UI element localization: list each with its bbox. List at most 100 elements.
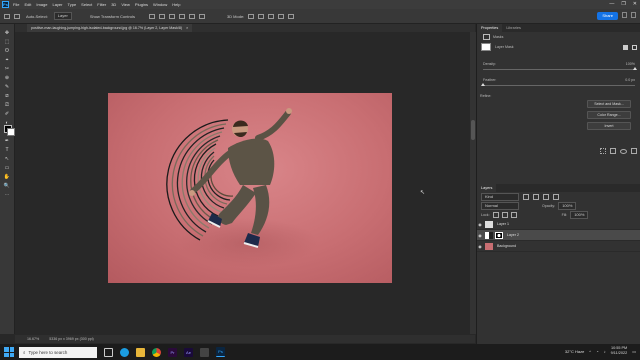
visibility-eye-icon[interactable]: ◉ <box>477 222 483 227</box>
edge-browser-icon[interactable] <box>120 347 129 357</box>
close-icon[interactable]: ✕ <box>633 1 637 7</box>
menu-edit[interactable]: Edit <box>24 2 31 7</box>
document-canvas-image[interactable] <box>108 93 392 283</box>
scrollbar-thumb[interactable] <box>471 120 475 140</box>
photoshop-logo-icon[interactable]: Ps <box>2 1 9 8</box>
tab-properties[interactable]: Properties <box>477 24 503 32</box>
restore-icon[interactable]: ❐ <box>621 1 625 7</box>
type-tool-icon[interactable]: T <box>3 147 11 153</box>
opacity-input[interactable]: 100% <box>558 201 577 210</box>
layer-row-layer2[interactable]: ◉ Layer 2 <box>477 230 640 241</box>
close-tab-icon[interactable]: × <box>186 24 188 32</box>
more-options-icon[interactable] <box>198 13 205 19</box>
start-button[interactable] <box>4 347 14 357</box>
layer-mask-thumbnail[interactable] <box>495 231 503 239</box>
background-color-swatch[interactable] <box>7 128 15 136</box>
photoshop-taskbar-icon[interactable]: Ps <box>216 347 225 357</box>
auto-select-dropdown[interactable]: Layer <box>53 12 72 20</box>
3d-orbit-icon[interactable] <box>248 13 255 19</box>
blend-mode-dropdown[interactable]: Normal <box>481 201 519 210</box>
feather-slider[interactable] <box>481 83 635 86</box>
visibility-eye-icon[interactable]: ◉ <box>477 233 483 238</box>
color-range-button[interactable]: Color Range... <box>587 111 631 119</box>
home-icon[interactable] <box>4 13 10 19</box>
show-transform-checkbox[interactable]: Show Transform Controls <box>90 14 135 19</box>
density-slider-knob[interactable] <box>633 67 637 70</box>
menu-image[interactable]: Image <box>36 2 47 7</box>
document-tab[interactable]: positive-man-laughing-jumping-high-isola… <box>27 24 193 32</box>
lasso-tool-icon[interactable]: ʘ <box>3 48 11 54</box>
volume-icon[interactable]: ♪ <box>604 349 606 354</box>
3d-roll-icon[interactable] <box>258 13 265 19</box>
layer-filter-dropdown[interactable]: Kind <box>481 192 519 201</box>
menu-type[interactable]: Type <box>68 2 77 7</box>
menu-plugins[interactable]: Plugins <box>135 2 148 7</box>
move-tool-icon[interactable]: ✥ <box>3 30 11 36</box>
tray-chevron-icon[interactable]: ^ <box>589 349 591 354</box>
fill-input[interactable]: 100% <box>570 210 589 219</box>
3d-slide-icon[interactable] <box>278 13 285 19</box>
layer-name[interactable]: Layer 2 <box>507 233 519 237</box>
layer-name[interactable]: Layer 1 <box>497 222 509 226</box>
path-select-tool-icon[interactable]: ↖ <box>3 156 11 162</box>
zoom-level[interactable]: 16.67% <box>27 337 39 341</box>
menu-window[interactable]: Window <box>153 2 167 7</box>
tab-libraries[interactable]: Libraries <box>502 24 525 32</box>
feather-value[interactable]: 0.0 px <box>625 78 635 82</box>
clone-stamp-tool-icon[interactable]: ✐ <box>3 111 11 117</box>
minimize-icon[interactable]: — <box>609 1 614 7</box>
3d-pan-icon[interactable] <box>268 13 275 19</box>
file-explorer-icon[interactable] <box>136 347 145 357</box>
auto-select-checkbox[interactable]: Auto-Select: <box>26 14 48 19</box>
object-select-tool-icon[interactable]: ⌖ <box>3 57 11 63</box>
clock[interactable]: 10:55 PM 9/11/2022 <box>611 346 628 356</box>
menu-help[interactable]: Help <box>172 2 180 7</box>
align-center-icon[interactable] <box>158 13 165 19</box>
vector-mask-icon[interactable] <box>632 44 637 50</box>
select-mask-icon[interactable] <box>623 44 628 50</box>
share-button[interactable]: Share <box>597 12 618 20</box>
pen-tool-icon[interactable]: ✒ <box>3 138 11 144</box>
density-value[interactable]: 100% <box>626 62 635 66</box>
menu-select[interactable]: Select <box>81 2 92 7</box>
weather-widget[interactable]: 32°C Haze <box>565 349 584 354</box>
eyedropper-tool-icon[interactable]: ✎ <box>3 84 11 90</box>
delete-mask-icon[interactable] <box>631 148 637 154</box>
network-icon[interactable]: ◔ <box>596 349 598 354</box>
visibility-eye-icon[interactable]: ◉ <box>477 244 483 249</box>
lock-pixels-icon[interactable] <box>492 211 499 218</box>
taskbar-search-input[interactable]: ⌕ Type here to search <box>19 346 97 358</box>
density-slider[interactable] <box>483 67 637 70</box>
layer-name[interactable]: Background <box>497 244 516 248</box>
menu-filter[interactable]: Filter <box>97 2 106 7</box>
layer-mask-thumbnail[interactable] <box>481 43 491 51</box>
brush-tool-icon[interactable]: ⎚ <box>3 102 11 108</box>
task-view-icon[interactable] <box>104 347 113 357</box>
move-tool-icon[interactable] <box>14 13 20 19</box>
hand-tool-icon[interactable]: ✋ <box>3 174 11 180</box>
select-and-mask-button[interactable]: Select and Mask... <box>587 100 631 108</box>
layer-row-background[interactable]: ◉ Background <box>477 241 640 252</box>
layer-row-layer1[interactable]: ◉ Layer 1 <box>477 219 640 230</box>
apply-mask-icon[interactable] <box>610 148 616 154</box>
align-left-icon[interactable] <box>148 13 155 19</box>
align-middle-icon[interactable] <box>188 13 195 19</box>
chrome-browser-icon[interactable] <box>152 347 161 357</box>
marquee-tool-icon[interactable]: ⬚ <box>3 39 11 45</box>
after-effects-icon[interactable]: Ae <box>184 347 193 357</box>
search-icon[interactable] <box>622 12 627 18</box>
filter-shape-icon[interactable] <box>553 193 559 200</box>
lock-position-icon[interactable] <box>501 211 508 218</box>
workspace-icon[interactable] <box>631 12 636 18</box>
feather-slider-knob[interactable] <box>481 83 485 86</box>
healing-brush-tool-icon[interactable]: ⧄ <box>3 93 11 99</box>
lock-all-icon[interactable] <box>510 211 517 218</box>
media-player-icon[interactable] <box>200 347 209 357</box>
menu-view[interactable]: View <box>121 2 130 7</box>
filter-adjust-icon[interactable] <box>533 193 539 200</box>
load-selection-icon[interactable] <box>600 148 606 154</box>
premiere-pro-icon[interactable]: Pr <box>168 347 177 357</box>
zoom-tool-icon[interactable]: 🔍 <box>3 183 11 189</box>
align-top-icon[interactable] <box>178 13 185 19</box>
frame-tool-icon[interactable]: ⊕ <box>3 75 11 81</box>
